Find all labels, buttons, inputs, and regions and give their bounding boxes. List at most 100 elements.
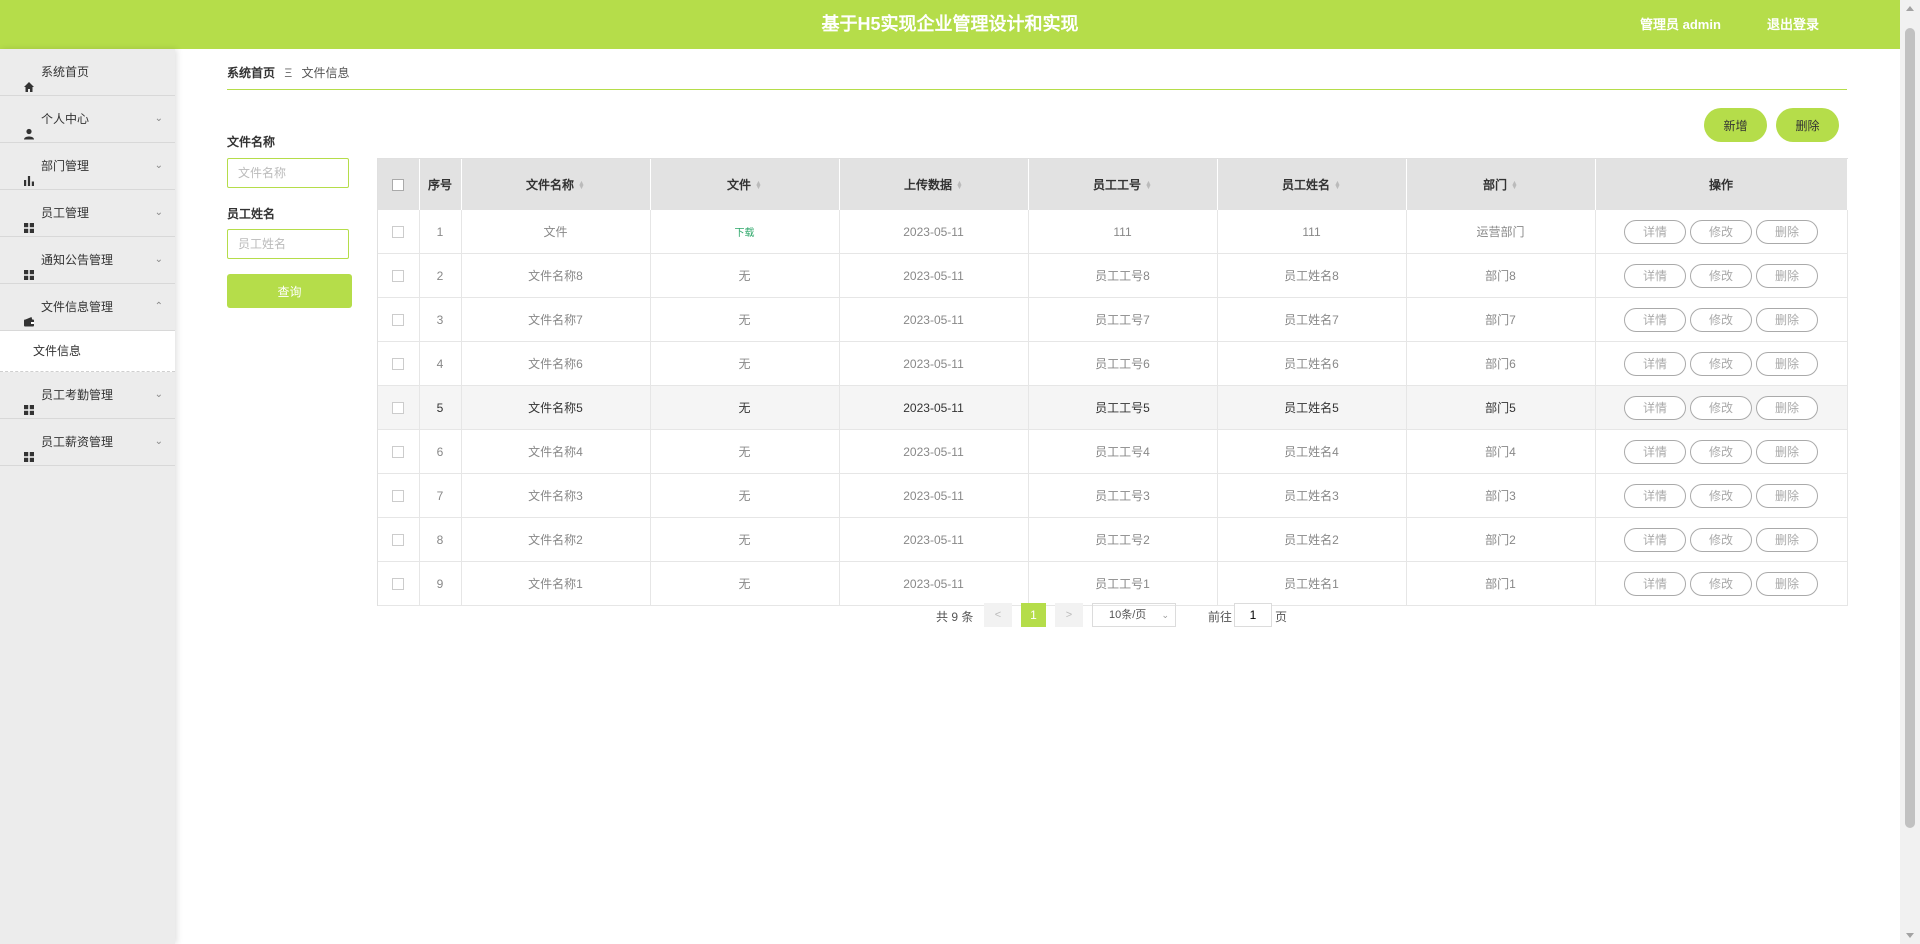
breadcrumb-home[interactable]: 系统首页 bbox=[227, 66, 275, 80]
actions-cell: 详情 修改 删除 bbox=[1595, 341, 1848, 386]
edit-button[interactable]: 修改 bbox=[1690, 263, 1752, 288]
row-checkbox-cell[interactable] bbox=[378, 473, 420, 518]
add-button[interactable]: 新增 bbox=[1704, 108, 1767, 142]
filename-search-input[interactable] bbox=[227, 158, 349, 188]
row-checkbox-cell[interactable] bbox=[378, 341, 420, 386]
delete-button[interactable]: 删除 bbox=[1756, 263, 1818, 288]
sidebar-subitem-0[interactable]: 文件信息 bbox=[0, 331, 175, 372]
sidebar-item-after-1[interactable]: 员工薪资管理 ⌄ bbox=[0, 419, 175, 466]
filename-cell: 文件名称7 bbox=[461, 297, 651, 342]
delete-button[interactable]: 删除 bbox=[1756, 527, 1818, 552]
col-header-filename[interactable]: 文件名称 ▲ ▼ bbox=[461, 159, 651, 210]
col-header-staff-id[interactable]: 员工工号 ▲ ▼ bbox=[1028, 159, 1218, 210]
table-row: 8 文件名称2 无 2023-05-11 员工工号2 员工姓名2 部门2 详情 修改 删除 bbox=[378, 517, 1848, 562]
row-checkbox[interactable] bbox=[392, 534, 405, 547]
sidebar-item-2[interactable]: 部门管理 ⌄ bbox=[0, 143, 175, 190]
row-checkbox-cell[interactable] bbox=[378, 210, 420, 254]
sort-icon[interactable]: ▲ ▼ bbox=[1334, 180, 1341, 191]
select-all-checkbox[interactable] bbox=[392, 179, 405, 192]
sort-icon[interactable]: ▲ ▼ bbox=[755, 180, 762, 191]
edit-button[interactable]: 修改 bbox=[1690, 219, 1752, 244]
staff-id-cell: 员工工号5 bbox=[1028, 385, 1218, 430]
delete-button[interactable]: 删除 bbox=[1756, 395, 1818, 420]
delete-button[interactable]: 删除 bbox=[1756, 351, 1818, 376]
sidebar-item-after-0[interactable]: 员工考勤管理 ⌄ bbox=[0, 372, 175, 419]
edit-button[interactable]: 修改 bbox=[1690, 571, 1752, 596]
sidebar-item-1[interactable]: 个人中心 ⌄ bbox=[0, 96, 175, 143]
detail-button[interactable]: 详情 bbox=[1624, 439, 1686, 464]
sidebar-item-label: 个人中心 bbox=[41, 112, 90, 126]
edit-button[interactable]: 修改 bbox=[1690, 395, 1752, 420]
page-size-select[interactable]: 10条/页 ⌄ bbox=[1092, 603, 1176, 627]
delete-button[interactable]: 删除 bbox=[1756, 219, 1818, 244]
detail-button[interactable]: 详情 bbox=[1624, 527, 1686, 552]
col-header-staff-name[interactable]: 员工姓名 ▲ ▼ bbox=[1217, 159, 1407, 210]
detail-button[interactable]: 详情 bbox=[1624, 571, 1686, 596]
row-checkbox-cell[interactable] bbox=[378, 429, 420, 474]
sort-icon[interactable]: ▲ ▼ bbox=[1145, 180, 1152, 191]
row-checkbox[interactable] bbox=[392, 446, 405, 459]
staff-name-cell: 员工姓名7 bbox=[1217, 297, 1407, 342]
sidebar-item-5[interactable]: 文件信息管理 ⌃ bbox=[0, 284, 175, 331]
edit-button[interactable]: 修改 bbox=[1690, 527, 1752, 552]
row-checkbox[interactable] bbox=[392, 314, 405, 327]
staffname-search-input[interactable] bbox=[227, 229, 349, 259]
edit-button[interactable]: 修改 bbox=[1690, 483, 1752, 508]
delete-button[interactable]: 删除 bbox=[1756, 307, 1818, 332]
download-link[interactable]: 下载 bbox=[735, 228, 755, 239]
row-checkbox-cell[interactable] bbox=[378, 385, 420, 430]
query-button[interactable]: 查询 bbox=[227, 274, 352, 308]
sidebar-item-0[interactable]: 系统首页 bbox=[0, 49, 175, 96]
sort-icon[interactable]: ▲ ▼ bbox=[956, 180, 963, 191]
prev-page-button[interactable]: < bbox=[984, 603, 1012, 627]
detail-button[interactable]: 详情 bbox=[1624, 219, 1686, 244]
scroll-down-icon[interactable] bbox=[1906, 933, 1914, 938]
grid-icon bbox=[23, 436, 35, 462]
detail-button[interactable]: 详情 bbox=[1624, 351, 1686, 376]
row-checkbox[interactable] bbox=[392, 358, 405, 371]
detail-button[interactable]: 详情 bbox=[1624, 395, 1686, 420]
delete-button[interactable]: 删除 bbox=[1756, 439, 1818, 464]
col-header-upload-date[interactable]: 上传数据 ▲ ▼ bbox=[839, 159, 1029, 210]
row-checkbox[interactable] bbox=[392, 402, 405, 415]
col-header-department[interactable]: 部门 ▲ ▼ bbox=[1406, 159, 1596, 210]
row-checkbox-cell[interactable] bbox=[378, 517, 420, 562]
upload-date-cell: 2023-05-11 bbox=[839, 385, 1029, 430]
delete-button[interactable]: 删除 bbox=[1756, 483, 1818, 508]
vertical-scrollbar[interactable] bbox=[1900, 0, 1920, 944]
table-row: 6 文件名称4 无 2023-05-11 员工工号4 员工姓名4 部门4 详情 修改 删除 bbox=[378, 429, 1848, 474]
actions-cell: 详情 修改 删除 bbox=[1595, 473, 1848, 518]
staff-id-cell: 员工工号1 bbox=[1028, 561, 1218, 606]
delete-button[interactable]: 删除 bbox=[1756, 571, 1818, 596]
logout-button[interactable]: 退出登录 bbox=[1767, 0, 1819, 49]
select-all-checkbox-cell[interactable] bbox=[378, 159, 420, 210]
row-checkbox[interactable] bbox=[392, 226, 405, 239]
edit-button[interactable]: 修改 bbox=[1690, 307, 1752, 332]
col-header-file[interactable]: 文件 ▲ ▼ bbox=[650, 159, 840, 210]
edit-button[interactable]: 修改 bbox=[1690, 351, 1752, 376]
sort-icon[interactable]: ▲ ▼ bbox=[578, 180, 585, 191]
detail-button[interactable]: 详情 bbox=[1624, 263, 1686, 288]
file-cell: 无 bbox=[650, 385, 840, 430]
batch-delete-button[interactable]: 删除 bbox=[1776, 108, 1839, 142]
goto-page-input[interactable] bbox=[1234, 603, 1272, 627]
row-checkbox[interactable] bbox=[392, 270, 405, 283]
row-checkbox-cell[interactable] bbox=[378, 253, 420, 298]
sidebar-item-3[interactable]: 员工管理 ⌄ bbox=[0, 190, 175, 237]
row-checkbox[interactable] bbox=[392, 490, 405, 503]
sidebar-item-4[interactable]: 通知公告管理 ⌄ bbox=[0, 237, 175, 284]
page-number-button[interactable]: 1 bbox=[1021, 603, 1046, 627]
next-page-button[interactable]: > bbox=[1055, 603, 1083, 627]
sort-icon[interactable]: ▲ ▼ bbox=[1511, 180, 1518, 191]
row-checkbox-cell[interactable] bbox=[378, 297, 420, 342]
row-checkbox-cell[interactable] bbox=[378, 561, 420, 606]
top-header: 基于H5实现企业管理设计和实现 管理员 admin 退出登录 bbox=[0, 0, 1900, 49]
row-checkbox[interactable] bbox=[392, 578, 405, 591]
detail-button[interactable]: 详情 bbox=[1624, 307, 1686, 332]
scrollbar-thumb[interactable] bbox=[1905, 28, 1915, 828]
table-row: 2 文件名称8 无 2023-05-11 员工工号8 员工姓名8 部门8 详情 修改 删除 bbox=[378, 253, 1848, 298]
detail-button[interactable]: 详情 bbox=[1624, 483, 1686, 508]
edit-button[interactable]: 修改 bbox=[1690, 439, 1752, 464]
upload-date-cell: 2023-05-11 bbox=[839, 473, 1029, 518]
scroll-up-icon[interactable] bbox=[1906, 6, 1914, 11]
